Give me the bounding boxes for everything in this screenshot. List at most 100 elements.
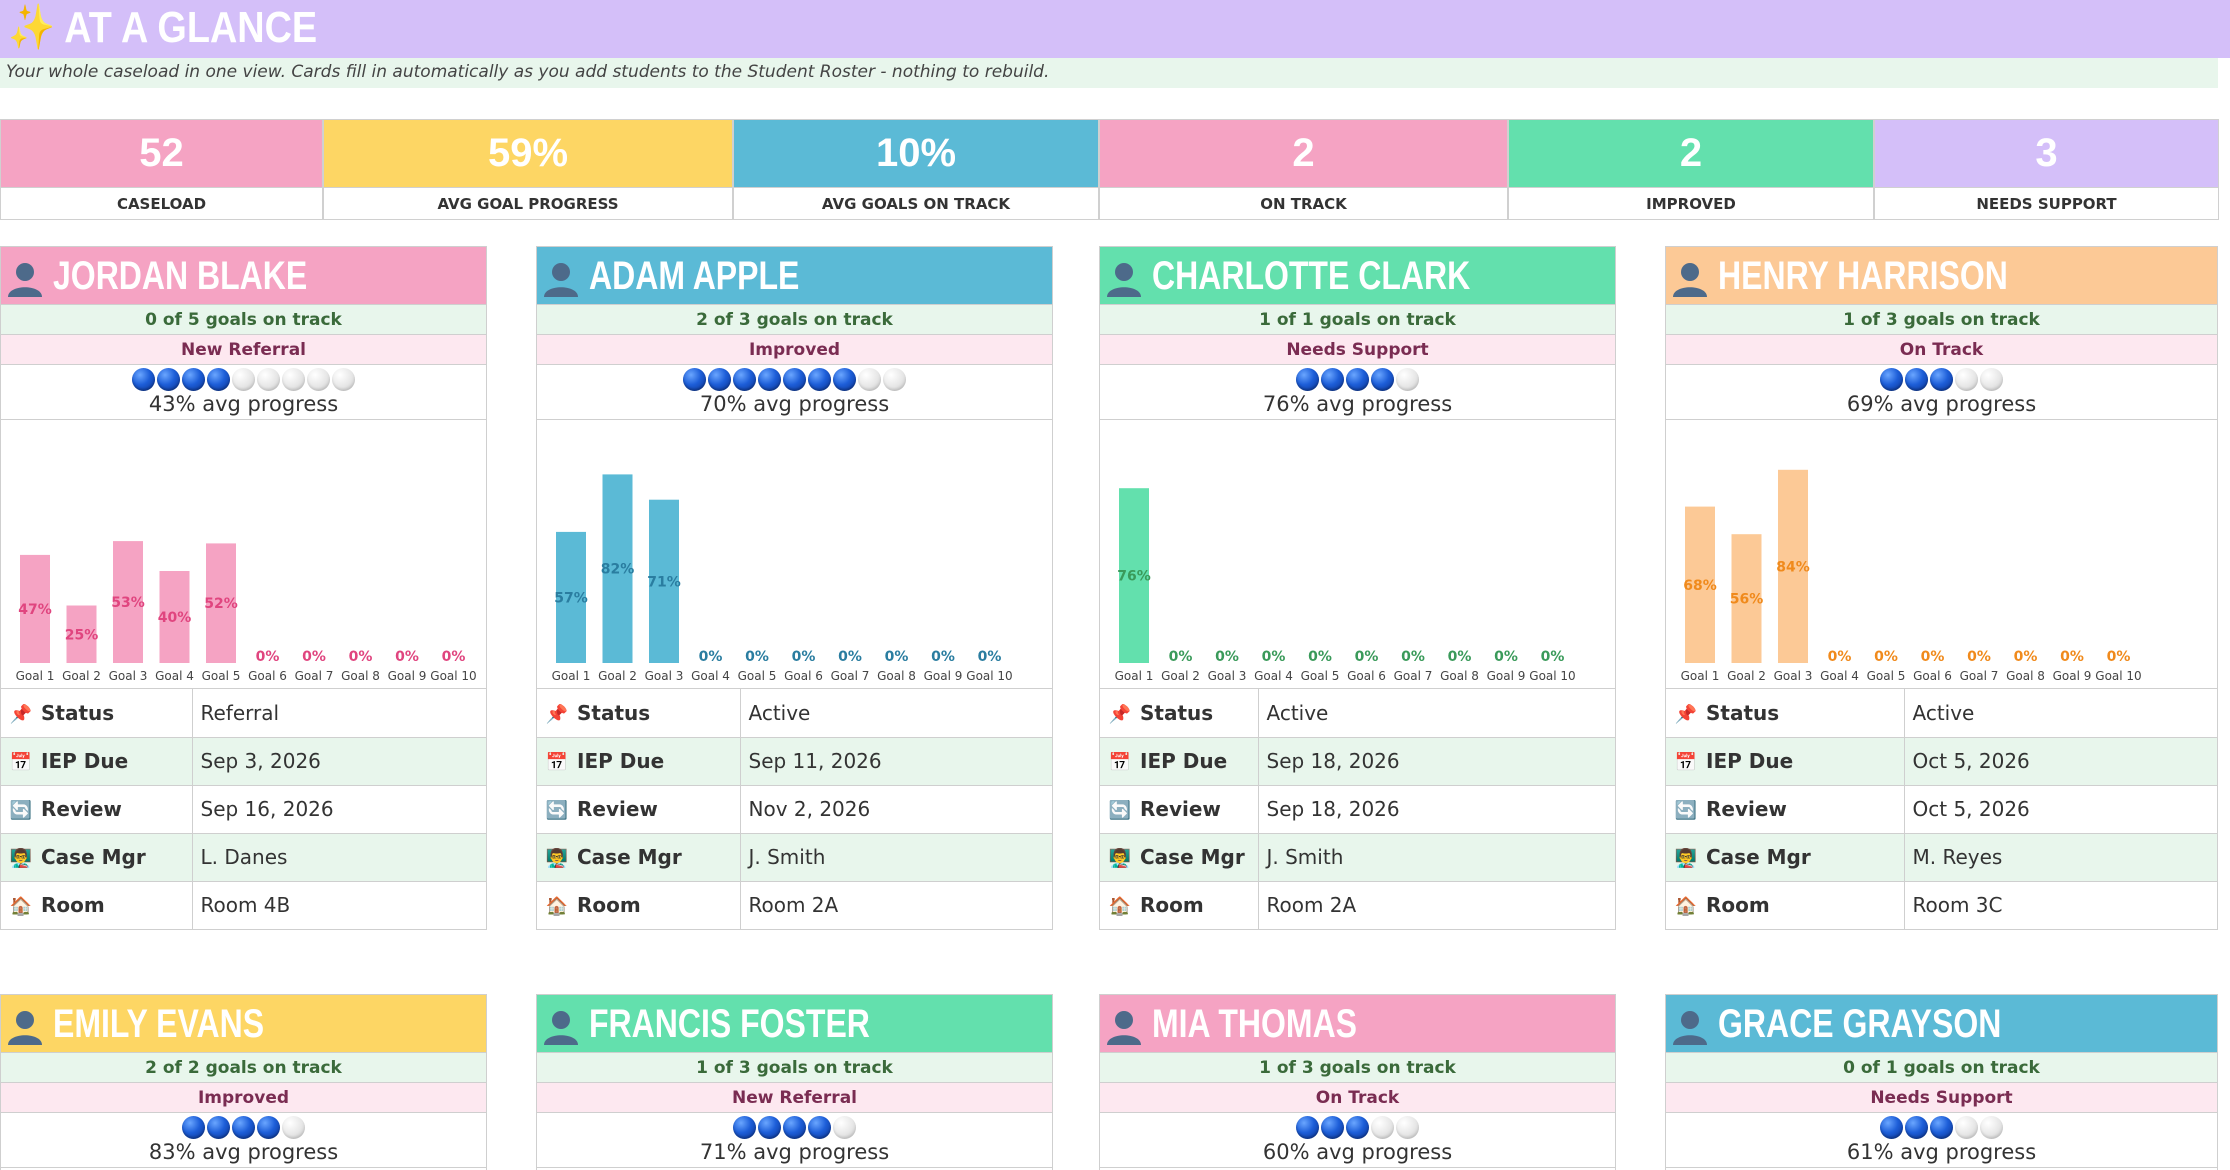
goal-axis-label: Goal 7 (831, 669, 870, 683)
student-card[interactable]: FRANCIS FOSTER 1 of 3 goals on track New R… (536, 994, 1053, 1170)
detail-row-case-mgr: 👨‍🏫 Case Mgr M. Reyes (1666, 832, 2217, 881)
subtitle-bar: Your whole caseload in one view. Cards f… (0, 58, 2218, 88)
stat-label: AVG GOALS ON TRACK (734, 187, 1098, 219)
student-card[interactable]: EMILY EVANS 2 of 2 goals on track Improved… (0, 994, 487, 1170)
student-name[interactable]: MIA THOMAS (1152, 999, 1357, 1049)
detail-value: Active (748, 700, 811, 725)
goal-bar-label: 40% (158, 610, 192, 626)
student-name[interactable]: CHARLOTTE CLARK (1152, 251, 1470, 301)
progress-dot-filled (232, 1116, 255, 1139)
goal-bar-label: 0% (1401, 649, 1425, 665)
detail-label-text: Status (1706, 700, 1780, 725)
calendar-icon: 📅 (1108, 752, 1132, 773)
detail-label-text: IEP Due (1706, 749, 1794, 773)
progress-dot-empty (1980, 368, 2003, 391)
student-details-table: 📌 Status Active 📅 IEP Due Oct 5, 2026 🔄 Review O… (1666, 689, 2217, 929)
goal-axis-label: Goal 1 (552, 669, 591, 683)
pushpin-icon: 📌 (545, 703, 569, 725)
goal-axis-label: Goal 6 (1347, 669, 1386, 683)
goal-bar-label: 0% (2060, 649, 2084, 665)
student-card[interactable]: MIA THOMAS 1 of 3 goals on track On Track 6… (1099, 994, 1616, 1170)
progress-dots (1100, 365, 1615, 391)
goal-axis-label: Goal 10 (2095, 669, 2141, 683)
goal-bar-label: 56% (1730, 592, 1764, 608)
student-card[interactable]: JORDAN BLAKE 0 of 5 goals on track New Ref… (0, 246, 487, 930)
progress-dot-filled (182, 1116, 205, 1139)
goal-bar-label: 71% (647, 574, 681, 590)
detail-row-room: 🏠 Room Room 2A (1100, 880, 1615, 929)
student-name[interactable]: FRANCIS FOSTER (589, 999, 870, 1049)
goal-axis-label: Goal 10 (430, 669, 476, 683)
goal-progress-chart: 57% Goal 1 82% Goal 2 71% Goal 3 0% Goal 4 0% Goa… (537, 420, 1052, 689)
avg-progress: 61% avg progress (1666, 1139, 2217, 1168)
detail-value: Room 2A (1258, 880, 1615, 929)
detail-label: 🔄 Review (537, 784, 741, 833)
goal-bar-label: 0% (1448, 649, 1472, 665)
stat-label: ON TRACK (1100, 187, 1507, 219)
student-card[interactable]: GRACE GRAYSON 0 of 1 goals on track Needs … (1665, 994, 2218, 1170)
detail-label: 📅 IEP Due (1666, 736, 1905, 785)
detail-label: 📌 Status (537, 689, 741, 737)
stat-card: 2 IMPROVED (1508, 119, 1874, 220)
student-card[interactable]: ADAM APPLE 2 of 3 goals on track Improved 7… (536, 246, 1053, 930)
student-card[interactable]: CHARLOTTE CLARK 1 of 1 goals on track Need… (1099, 246, 1616, 930)
student-card[interactable]: HENRY HARRISON 1 of 3 goals on track On Tr… (1665, 246, 2218, 930)
stat-card: 59% AVG GOAL PROGRESS (323, 119, 733, 220)
goal-bar-label: 0% (1262, 649, 1286, 665)
progress-dot-empty (833, 1116, 856, 1139)
goals-on-track: 2 of 2 goals on track (1, 1053, 486, 1083)
goal-chart-svg: 47% Goal 1 25% Goal 2 53% Goal 3 40% Goal 4 52% G… (16, 541, 477, 683)
stat-card: 52 CASELOAD (0, 119, 323, 220)
detail-label-text: Status (1140, 700, 1214, 725)
progress-dot-empty (282, 368, 305, 391)
goal-bar-label: 0% (395, 649, 419, 665)
detail-label: 🔄 Review (1666, 784, 1905, 833)
stat-value: 3 (1875, 120, 2218, 187)
goal-bar-label: 0% (1967, 649, 1991, 665)
goal-axis-label: Goal 6 (248, 669, 287, 683)
goal-axis-label: Goal 10 (1529, 669, 1575, 683)
detail-row-status: 📌 Status Active (1666, 689, 2217, 737)
refresh-icon: 🔄 (1108, 800, 1132, 821)
stat-label: CASELOAD (1, 187, 322, 219)
detail-label: 📅 IEP Due (537, 736, 741, 785)
detail-row-iep-due: 📅 IEP Due Oct 5, 2026 (1666, 736, 2217, 785)
progress-dots (537, 1113, 1052, 1139)
goal-bar-label: 0% (931, 649, 955, 665)
avg-progress: 70% avg progress (537, 391, 1052, 420)
stat-card: 2 ON TRACK (1099, 119, 1508, 220)
detail-value: Nov 2, 2026 (740, 784, 1052, 833)
stat-label: IMPROVED (1509, 187, 1873, 219)
goal-bar-label: 0% (885, 649, 909, 665)
goal-bar-label: 47% (18, 602, 52, 618)
student-name[interactable]: HENRY HARRISON (1718, 251, 2008, 301)
student-details-table: 📌 Status Referral 📅 IEP Due Sep 3, 2026 🔄 Revie… (1, 689, 486, 929)
student-name[interactable]: ADAM APPLE (589, 251, 799, 301)
house-icon: 🏠 (545, 896, 569, 918)
calendar-icon: 📅 (9, 752, 33, 773)
detail-label: 👨‍🏫 Case Mgr (537, 832, 741, 881)
house-icon: 🏠 (1108, 896, 1132, 918)
student-card-header: EMILY EVANS (1, 995, 486, 1053)
progress-dot-empty (282, 1116, 305, 1139)
student-name[interactable]: EMILY EVANS (53, 999, 264, 1049)
detail-value: Room 2A (740, 880, 1052, 929)
detail-value: Sep 18, 2026 (1258, 784, 1615, 833)
detail-label-text: IEP Due (577, 749, 665, 773)
avg-progress: 60% avg progress (1100, 1139, 1615, 1168)
detail-value: Referral (200, 700, 280, 725)
student-name[interactable]: GRACE GRAYSON (1718, 999, 2001, 1049)
person-icon (1104, 1007, 1144, 1047)
detail-label: 📅 IEP Due (1, 736, 193, 785)
progress-dot-empty (257, 368, 280, 391)
detail-label-text: Status (41, 700, 115, 725)
student-name[interactable]: JORDAN BLAKE (53, 251, 307, 301)
goal-progress-chart: 47% Goal 1 25% Goal 2 53% Goal 3 40% Goal 4 52% G… (1, 420, 486, 689)
goal-axis-label: Goal 2 (62, 669, 101, 683)
goal-bar-label: 0% (792, 649, 816, 665)
student-card-header: MIA THOMAS (1100, 995, 1615, 1053)
progress-dot-filled (808, 368, 831, 391)
goal-bar-label: 0% (349, 649, 373, 665)
goal-axis-label: Goal 9 (388, 669, 427, 683)
progress-dots (1100, 1113, 1615, 1139)
